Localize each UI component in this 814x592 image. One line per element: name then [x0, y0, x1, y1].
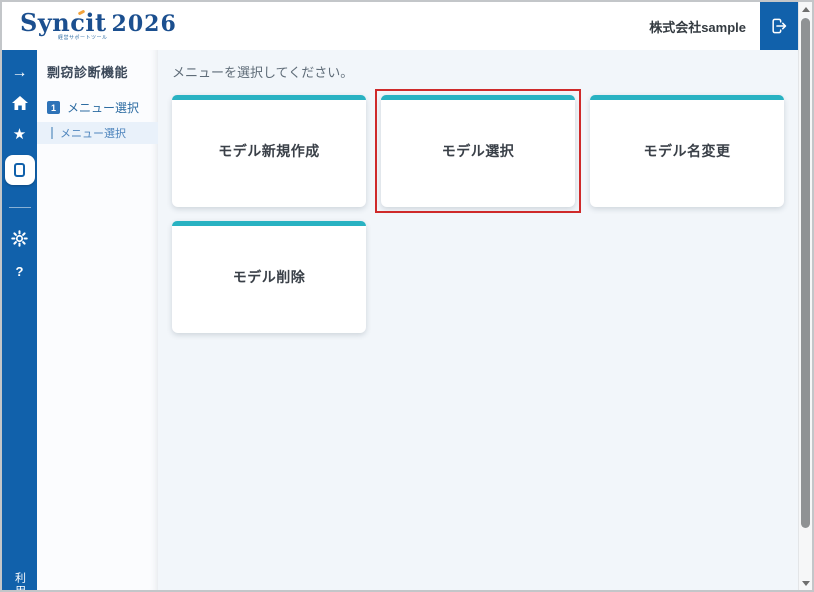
- logo-year: 2026: [111, 11, 177, 37]
- vertical-scrollbar[interactable]: [798, 2, 812, 590]
- app-logo: Syncit 2026 経営サポートツール: [20, 8, 177, 41]
- app-window: Syncit 2026 経営サポートツール 株式会社sample → ★ ? 利…: [0, 0, 814, 592]
- window-content: Syncit 2026 経営サポートツール 株式会社sample → ★ ? 利…: [2, 2, 798, 590]
- menu-item-menu-select[interactable]: 1 メニュー選択: [37, 99, 158, 116]
- scrollbar-thumb[interactable]: [801, 18, 810, 528]
- card-label: モデル削除: [232, 269, 306, 285]
- card-delete-model[interactable]: モデル削除: [172, 221, 366, 333]
- company-name: 株式会社sample: [649, 19, 746, 35]
- menu-card-grid: モデル新規作成 モデル選択 モデル名変更 モデル削除: [172, 89, 786, 333]
- step-badge: 1: [47, 101, 60, 114]
- menu-subitem-menu-select-active[interactable]: メニュー選択: [37, 122, 158, 144]
- logout-button[interactable]: [760, 2, 798, 50]
- card-label: モデル新規作成: [218, 143, 320, 159]
- scroll-down-button[interactable]: [799, 576, 813, 590]
- logo-text: Syncit: [20, 8, 107, 37]
- terms-vertical-link[interactable]: 利用: [12, 572, 28, 590]
- feature-title: 剽窃診断機能: [47, 65, 129, 80]
- body: → ★ ? 利用 剽窃診断機能 1 メニュー選択 メニュー選択 メニューを選択し…: [2, 50, 798, 590]
- menu-panel: 剽窃診断機能 1 メニュー選択 メニュー選択: [37, 50, 158, 590]
- model-feature-button-active[interactable]: [4, 155, 35, 185]
- card-rename-model[interactable]: モデル名変更: [590, 95, 784, 207]
- scroll-down-icon: [801, 580, 810, 586]
- header: Syncit 2026 経営サポートツール 株式会社sample: [2, 2, 798, 50]
- settings-gear-icon[interactable]: [11, 230, 28, 252]
- card-create-model[interactable]: モデル新規作成: [172, 95, 366, 207]
- icon-rail: → ★ ? 利用: [2, 50, 37, 590]
- main-content: メニューを選択してください。 モデル新規作成 モデル選択 モデル名変更 モデル削…: [158, 50, 798, 590]
- logout-icon: [772, 18, 787, 34]
- card-select-model[interactable]: モデル選択: [375, 89, 581, 213]
- help-icon[interactable]: ?: [16, 264, 24, 279]
- star-icon[interactable]: ★: [13, 125, 26, 143]
- instruction-text: メニューを選択してください。: [172, 65, 354, 80]
- card-label: モデル選択: [441, 143, 515, 159]
- rail-divider: [8, 207, 31, 208]
- collapse-arrow-icon[interactable]: →: [12, 64, 28, 82]
- model-icon: [14, 163, 25, 177]
- menu-item-label: メニュー選択: [67, 101, 140, 115]
- scroll-up-icon: [801, 6, 810, 12]
- menu-subitem-label: メニュー選択: [60, 128, 126, 140]
- card-label: モデル名変更: [643, 143, 731, 159]
- scroll-up-button[interactable]: [799, 2, 813, 16]
- home-icon[interactable]: [11, 96, 28, 115]
